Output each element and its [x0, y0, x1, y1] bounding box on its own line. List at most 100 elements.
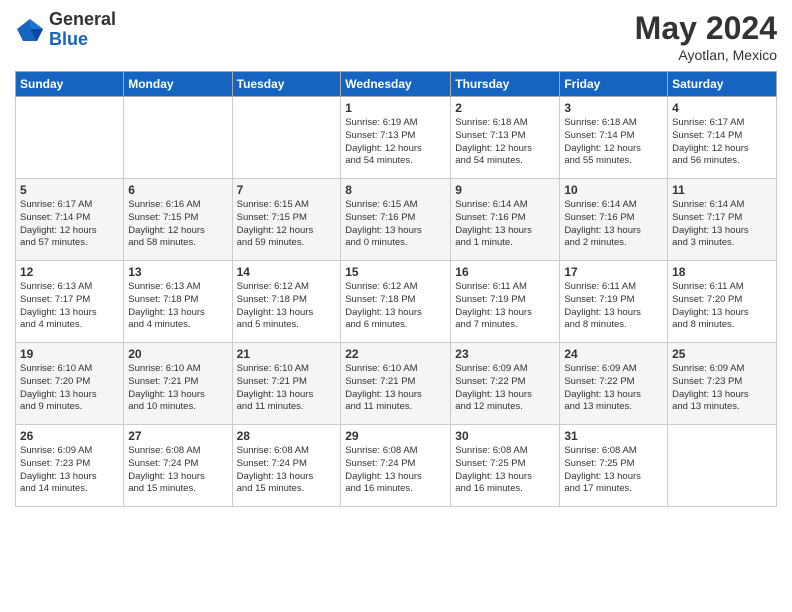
day-number: 1 — [345, 101, 446, 115]
calendar-day-cell: 30Sunrise: 6:08 AM Sunset: 7:25 PM Dayli… — [451, 425, 560, 507]
day-number: 5 — [20, 183, 119, 197]
calendar-day-cell: 25 Sunrise: 6:09 AM Sunset: 7:23 PM Dayli… — [668, 343, 777, 425]
calendar-day-cell: 21 Sunrise: 6:10 AM Sunset: 7:21 PM Dayli… — [232, 343, 341, 425]
day-info: Sunrise: 6:10 AM Sunset: 7:21 PM Dayligh… — [128, 363, 227, 414]
logo-blue-text: Blue — [49, 30, 116, 50]
day-info: Sunrise: 6:09 AM Sunset: 7:22 PM Dayligh… — [564, 363, 663, 414]
day-number: 2 — [455, 101, 555, 115]
day-info: Sunrise: 6:12 AM Sunset: 7:18 PM Dayligh… — [237, 281, 337, 332]
day-number: 8 — [345, 183, 446, 197]
day-number: 21 — [237, 347, 337, 361]
day-number: 25 — [672, 347, 772, 361]
calendar-week-row: 5 Sunrise: 6:17 AM Sunset: 7:14 PM Daylig… — [16, 179, 777, 261]
day-number: 4 — [672, 101, 772, 115]
day-info: Sunrise: 6:08 AM Sunset: 7:24 PM Dayligh… — [128, 445, 227, 496]
calendar-day-cell: 14Sunrise: 6:12 AM Sunset: 7:18 PM Dayli… — [232, 261, 341, 343]
day-number: 31 — [564, 429, 663, 443]
day-info: Sunrise: 6:09 AM Sunset: 7:23 PM Dayligh… — [20, 445, 119, 496]
calendar-day-cell: 29 Sunrise: 6:08 AM Sunset: 7:24 PM Dayli… — [341, 425, 451, 507]
calendar-day-header: Sunday — [16, 72, 124, 97]
month-year-title: May 2024 — [635, 10, 777, 47]
calendar-day-header: Tuesday — [232, 72, 341, 97]
day-info: Sunrise: 6:14 AM Sunset: 7:16 PM Dayligh… — [564, 199, 663, 250]
day-info: Sunrise: 6:11 AM Sunset: 7:20 PM Dayligh… — [672, 281, 772, 332]
day-info: Sunrise: 6:09 AM Sunset: 7:22 PM Dayligh… — [455, 363, 555, 414]
calendar-day-cell: 20 Sunrise: 6:10 AM Sunset: 7:21 PM Dayli… — [124, 343, 232, 425]
calendar-day-cell: 26 Sunrise: 6:09 AM Sunset: 7:23 PM Dayli… — [16, 425, 124, 507]
calendar-day-cell: 1 Sunrise: 6:19 AM Sunset: 7:13 PM Daylig… — [341, 97, 451, 179]
header: General Blue May 2024 Ayotlan, Mexico — [15, 10, 777, 63]
calendar-day-cell: 6 Sunrise: 6:16 AM Sunset: 7:15 PM Daylig… — [124, 179, 232, 261]
day-info: Sunrise: 6:10 AM Sunset: 7:21 PM Dayligh… — [237, 363, 337, 414]
day-number: 19 — [20, 347, 119, 361]
day-info: Sunrise: 6:18 AM Sunset: 7:13 PM Dayligh… — [455, 117, 555, 168]
calendar-day-header: Friday — [560, 72, 668, 97]
calendar-day-cell: 8 Sunrise: 6:15 AM Sunset: 7:16 PM Daylig… — [341, 179, 451, 261]
calendar-day-cell: 2 Sunrise: 6:18 AM Sunset: 7:13 PM Daylig… — [451, 97, 560, 179]
day-info: Sunrise: 6:13 AM Sunset: 7:17 PM Dayligh… — [20, 281, 119, 332]
day-number: 7 — [237, 183, 337, 197]
calendar-day-cell: 19Sunrise: 6:10 AM Sunset: 7:20 PM Dayli… — [16, 343, 124, 425]
day-number: 23 — [455, 347, 555, 361]
day-number: 28 — [237, 429, 337, 443]
calendar-day-cell: 7Sunrise: 6:15 AM Sunset: 7:15 PM Daylig… — [232, 179, 341, 261]
day-info: Sunrise: 6:08 AM Sunset: 7:24 PM Dayligh… — [345, 445, 446, 496]
day-number: 26 — [20, 429, 119, 443]
day-info: Sunrise: 6:08 AM Sunset: 7:25 PM Dayligh… — [455, 445, 555, 496]
calendar-day-cell: 23 Sunrise: 6:09 AM Sunset: 7:22 PM Dayli… — [451, 343, 560, 425]
day-info: Sunrise: 6:09 AM Sunset: 7:23 PM Dayligh… — [672, 363, 772, 414]
day-info: Sunrise: 6:19 AM Sunset: 7:13 PM Dayligh… — [345, 117, 446, 168]
day-number: 9 — [455, 183, 555, 197]
day-number: 3 — [564, 101, 663, 115]
logo: General Blue — [15, 10, 116, 50]
calendar-day-cell: 13 Sunrise: 6:13 AM Sunset: 7:18 PM Dayli… — [124, 261, 232, 343]
calendar-day-cell: 31Sunrise: 6:08 AM Sunset: 7:25 PM Dayli… — [560, 425, 668, 507]
calendar-table: SundayMondayTuesdayWednesdayThursdayFrid… — [15, 71, 777, 507]
calendar-day-cell: 22 Sunrise: 6:10 AM Sunset: 7:21 PM Dayli… — [341, 343, 451, 425]
day-info: Sunrise: 6:16 AM Sunset: 7:15 PM Dayligh… — [128, 199, 227, 250]
day-info: Sunrise: 6:18 AM Sunset: 7:14 PM Dayligh… — [564, 117, 663, 168]
logo-icon — [15, 15, 45, 45]
day-number: 13 — [128, 265, 227, 279]
day-number: 29 — [345, 429, 446, 443]
day-number: 24 — [564, 347, 663, 361]
calendar-day-header: Thursday — [451, 72, 560, 97]
calendar-week-row: 26 Sunrise: 6:09 AM Sunset: 7:23 PM Dayli… — [16, 425, 777, 507]
day-number: 17 — [564, 265, 663, 279]
day-number: 6 — [128, 183, 227, 197]
calendar-day-cell — [232, 97, 341, 179]
calendar-week-row: 19Sunrise: 6:10 AM Sunset: 7:20 PM Dayli… — [16, 343, 777, 425]
day-number: 27 — [128, 429, 227, 443]
day-info: Sunrise: 6:13 AM Sunset: 7:18 PM Dayligh… — [128, 281, 227, 332]
calendar-header-row: SundayMondayTuesdayWednesdayThursdayFrid… — [16, 72, 777, 97]
calendar-day-cell: 16Sunrise: 6:11 AM Sunset: 7:19 PM Dayli… — [451, 261, 560, 343]
calendar-day-cell: 9 Sunrise: 6:14 AM Sunset: 7:16 PM Daylig… — [451, 179, 560, 261]
logo-general-text: General — [49, 10, 116, 30]
day-info: Sunrise: 6:11 AM Sunset: 7:19 PM Dayligh… — [564, 281, 663, 332]
day-info: Sunrise: 6:14 AM Sunset: 7:16 PM Dayligh… — [455, 199, 555, 250]
calendar-day-cell: 10 Sunrise: 6:14 AM Sunset: 7:16 PM Dayli… — [560, 179, 668, 261]
day-number: 16 — [455, 265, 555, 279]
calendar-day-cell: 4 Sunrise: 6:17 AM Sunset: 7:14 PM Daylig… — [668, 97, 777, 179]
day-info: Sunrise: 6:17 AM Sunset: 7:14 PM Dayligh… — [672, 117, 772, 168]
day-number: 10 — [564, 183, 663, 197]
calendar-day-cell: 17 Sunrise: 6:11 AM Sunset: 7:19 PM Dayli… — [560, 261, 668, 343]
day-number: 18 — [672, 265, 772, 279]
day-info: Sunrise: 6:17 AM Sunset: 7:14 PM Dayligh… — [20, 199, 119, 250]
calendar-day-header: Saturday — [668, 72, 777, 97]
calendar-day-cell — [668, 425, 777, 507]
day-info: Sunrise: 6:12 AM Sunset: 7:18 PM Dayligh… — [345, 281, 446, 332]
calendar-day-cell: 11Sunrise: 6:14 AM Sunset: 7:17 PM Dayli… — [668, 179, 777, 261]
day-info: Sunrise: 6:15 AM Sunset: 7:16 PM Dayligh… — [345, 199, 446, 250]
day-info: Sunrise: 6:10 AM Sunset: 7:21 PM Dayligh… — [345, 363, 446, 414]
day-info: Sunrise: 6:08 AM Sunset: 7:24 PM Dayligh… — [237, 445, 337, 496]
day-number: 22 — [345, 347, 446, 361]
calendar-day-cell: 28 Sunrise: 6:08 AM Sunset: 7:24 PM Dayli… — [232, 425, 341, 507]
calendar-day-cell — [16, 97, 124, 179]
calendar-day-cell: 27 Sunrise: 6:08 AM Sunset: 7:24 PM Dayli… — [124, 425, 232, 507]
day-number: 12 — [20, 265, 119, 279]
calendar-day-cell: 15Sunrise: 6:12 AM Sunset: 7:18 PM Dayli… — [341, 261, 451, 343]
calendar-day-cell: 3 Sunrise: 6:18 AM Sunset: 7:14 PM Daylig… — [560, 97, 668, 179]
day-number: 20 — [128, 347, 227, 361]
calendar-week-row: 1 Sunrise: 6:19 AM Sunset: 7:13 PM Daylig… — [16, 97, 777, 179]
